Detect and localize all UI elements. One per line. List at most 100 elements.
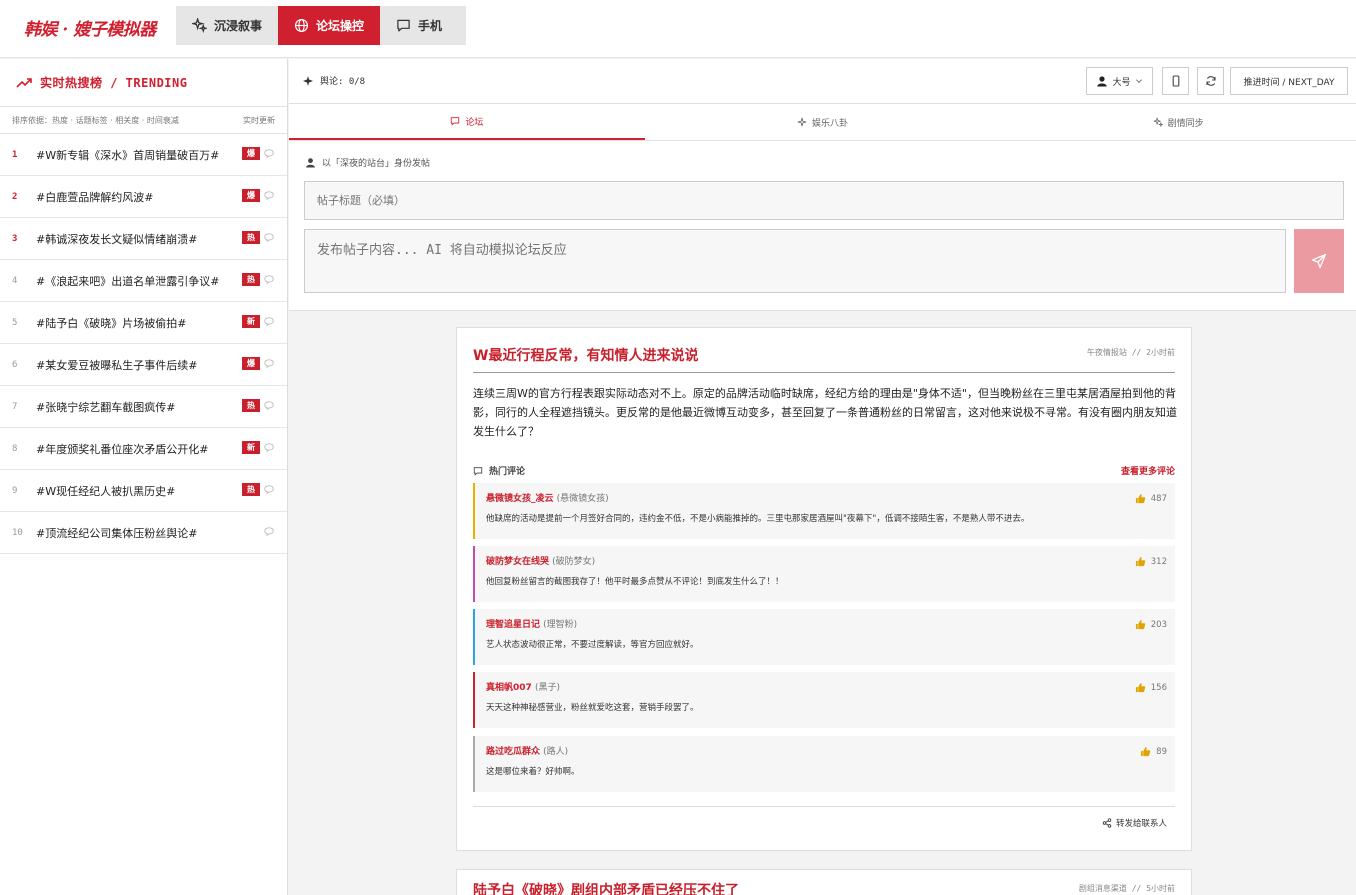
trending-item[interactable]: 5 #陆予白《破晓》片场被偷拍# 新 [0, 302, 287, 344]
comment-bubble-icon[interactable] [264, 317, 274, 326]
hot-comments-label: 热门评论 [489, 467, 526, 477]
trending-list: 1 #W新专辑《深水》首周销量破百万# 爆 2 #白鹿萱品牌解约风波# 爆 3 #韩诚深夜发长… [0, 134, 287, 554]
trending-title: #《浪起来吧》出道名单泄露引争议# [36, 274, 220, 288]
like-button[interactable]: 312 [1135, 556, 1167, 567]
account-label: 大号 [1112, 77, 1131, 88]
comment-bubble-icon[interactable] [264, 359, 274, 368]
opinion-counter: 舆论: 0/8 [302, 74, 365, 87]
tab-plot-sync[interactable]: 剧情同步 [1000, 104, 1356, 140]
like-button[interactable]: 89 [1140, 746, 1167, 757]
tab-gossip[interactable]: 娱乐八卦 [645, 104, 1001, 140]
mode-immersive-tab[interactable]: 沉浸叙事 [176, 6, 278, 45]
comment-bubble-icon[interactable] [264, 275, 274, 284]
comment-item[interactable]: 真相帆007 (黑子) 天天这种神秘感营业，粉丝就爱吃这套，营销手段罢了。 156 [473, 672, 1175, 728]
sparkle-icon [192, 18, 207, 33]
comment-bubble-icon[interactable] [264, 485, 274, 494]
thumbs-up-icon [1140, 746, 1151, 757]
comment-bubble-icon[interactable] [264, 233, 274, 242]
mode-label: 沉浸叙事 [214, 19, 263, 33]
trending-rank: 8 [12, 443, 18, 454]
post-card[interactable]: W最近行程反常，有知情人进来说说 午夜情报站 // 2小时前 连续三周W的官方行… [456, 327, 1192, 851]
forum-subtabs: 论坛 娱乐八卦 剧情同步 [289, 104, 1356, 141]
mode-phone-tab[interactable]: 手机 [380, 6, 458, 45]
trending-item[interactable]: 3 #韩诚深夜发长文疑似情绪崩溃# 热 [0, 218, 287, 260]
comment-item[interactable]: 破防梦女在线哭 (破防梦女) 他回复粉丝留言的截图我存了！他平时最多点赞从不评论！… [473, 546, 1175, 602]
comment-author[interactable]: 真相帆007 (黑子) [486, 680, 560, 693]
trending-badge: 新 [242, 441, 260, 454]
trending-item[interactable]: 6 #某女爱豆被曝私生子事件后续# 爆 [0, 344, 287, 386]
comment-author-name: 悬微镜女孩_凌云 [486, 494, 554, 504]
trending-title: #某女爱豆被曝私生子事件后续# [36, 358, 198, 372]
realtime-label: 实时更新 [243, 115, 275, 125]
post-title[interactable]: W最近行程反常，有知情人进来说说 [473, 345, 698, 365]
trending-item[interactable]: 2 #白鹿萱品牌解约风波# 爆 [0, 176, 287, 218]
send-button[interactable] [1294, 229, 1344, 293]
trending-item[interactable]: 10 #顶流经纪公司集体压粉丝舆论# [0, 512, 287, 554]
trending-badge: 热 [242, 483, 260, 496]
comment-bubble-icon[interactable] [264, 401, 274, 410]
trending-item[interactable]: 4 #《浪起来吧》出道名单泄露引争议# 热 [0, 260, 287, 302]
trending-badge: 爆 [242, 189, 260, 202]
mode-label: 论坛操控 [316, 19, 365, 33]
trending-item[interactable]: 9 #W现任经纪人被扒黑历史# 热 [0, 470, 287, 512]
advance-time-button[interactable]: 推进时间 / NEXT_DAY [1230, 67, 1348, 95]
trending-badge: 热 [242, 399, 260, 412]
like-button[interactable]: 487 [1135, 493, 1167, 504]
sort-info: 排序依据：热度 · 话题标签 · 相关度 · 时间衰减 实时更新 [0, 107, 287, 134]
post-title[interactable]: 陆予白《破晓》剧组内部矛盾已经压不住了 [473, 880, 739, 895]
trending-title: #白鹿萱品牌解约风波# [36, 190, 154, 204]
comment-bubble-icon[interactable] [264, 191, 274, 200]
comment-item[interactable]: 悬微镜女孩_凌云 (悬微镜女孩) 他缺席的活动是提前一个月签好合同的，违约金不低，… [473, 483, 1175, 539]
app-brand: 韩娱 · 嫂子模拟器 [24, 20, 156, 40]
comment-author-tag: (理智粉) [543, 620, 578, 630]
comment-author[interactable]: 理智追星日记 (理智粉) [486, 617, 577, 630]
account-select[interactable]: 大号 [1086, 67, 1153, 95]
like-count: 487 [1150, 493, 1167, 504]
comment-item[interactable]: 路过吃瓜群众 (路人) 这是哪位来着？好帅啊。 89 [473, 736, 1175, 792]
identity-text: 以「深夜的站台」身份发帖 [322, 159, 431, 169]
comment-author-name: 路过吃瓜群众 [486, 747, 541, 757]
like-button[interactable]: 156 [1135, 682, 1167, 693]
trending-badge: 热 [242, 273, 260, 286]
comment-item[interactable]: 理智追星日记 (理智粉) 艺人状态波动很正常，不要过度解读，等官方回应就好。 203 [473, 609, 1175, 665]
trending-title: #年度颁奖礼番位座次矛盾公开化# [36, 442, 209, 456]
mode-forum-tab[interactable]: 论坛操控 [278, 6, 381, 45]
comment-bubble-icon[interactable] [264, 443, 274, 452]
comment-author[interactable]: 路过吃瓜群众 (路人) [486, 744, 568, 757]
comment-author[interactable]: 破防梦女在线哭 (破防梦女) [486, 554, 595, 567]
opinion-count: 舆论: 0/8 [320, 77, 366, 87]
trending-title: #顶流经纪公司集体压粉丝舆论# [36, 526, 198, 540]
like-button[interactable]: 203 [1135, 619, 1167, 630]
advance-label: 推进时间 / NEXT_DAY [1243, 77, 1335, 88]
like-count: 203 [1150, 619, 1167, 630]
trending-item[interactable]: 1 #W新专辑《深水》首周销量破百万# 爆 [0, 134, 287, 176]
hot-comments-header: 热门评论 [473, 464, 525, 477]
sparkle-icon [797, 117, 807, 127]
opinion-icon [302, 75, 314, 87]
trending-title: #韩诚深夜发长文疑似情绪崩溃# [36, 232, 198, 246]
post-title-input[interactable] [304, 181, 1344, 220]
post-meta: 剧组消息渠道 // 5小时前 [1078, 884, 1175, 893]
share-button[interactable]: 转发给联系人 [1102, 817, 1167, 829]
trending-rank: 9 [12, 485, 18, 496]
comment-bubble-icon[interactable] [264, 527, 274, 536]
trending-item[interactable]: 7 #张晓宁综艺翻车截图疯传# 热 [0, 386, 287, 428]
trending-title: #W现任经纪人被扒黑历史# [36, 484, 176, 498]
post-body-input[interactable] [304, 229, 1286, 293]
trending-item[interactable]: 8 #年度颁奖礼番位座次矛盾公开化# 新 [0, 428, 287, 470]
trending-rank: 3 [12, 233, 18, 244]
comment-text: 这是哪位来着？好帅啊。 [486, 767, 580, 777]
comment-author-name: 真相帆007 [486, 683, 532, 693]
post-card[interactable]: 陆予白《破晓》剧组内部矛盾已经压不住了 剧组消息渠道 // 5小时前 [456, 869, 1192, 895]
chat-icon [473, 466, 483, 476]
refresh-button[interactable] [1197, 67, 1224, 95]
phone-button[interactable] [1162, 67, 1189, 95]
compose-panel: 以「深夜的站台」身份发帖 [289, 141, 1356, 311]
more-comments-link[interactable]: 查看更多评论 [1121, 464, 1175, 477]
comment-bubble-icon[interactable] [264, 149, 274, 158]
comment-author[interactable]: 悬微镜女孩_凌云 (悬微镜女孩) [486, 491, 609, 504]
tab-forum[interactable]: 论坛 [289, 104, 645, 140]
sort-criteria: 排序依据：热度 · 话题标签 · 相关度 · 时间衰减 [12, 115, 179, 125]
top-bar: 韩娱 · 嫂子模拟器 沉浸叙事 论坛操控 手机 [0, 0, 1356, 58]
trending-rank: 6 [12, 359, 18, 370]
